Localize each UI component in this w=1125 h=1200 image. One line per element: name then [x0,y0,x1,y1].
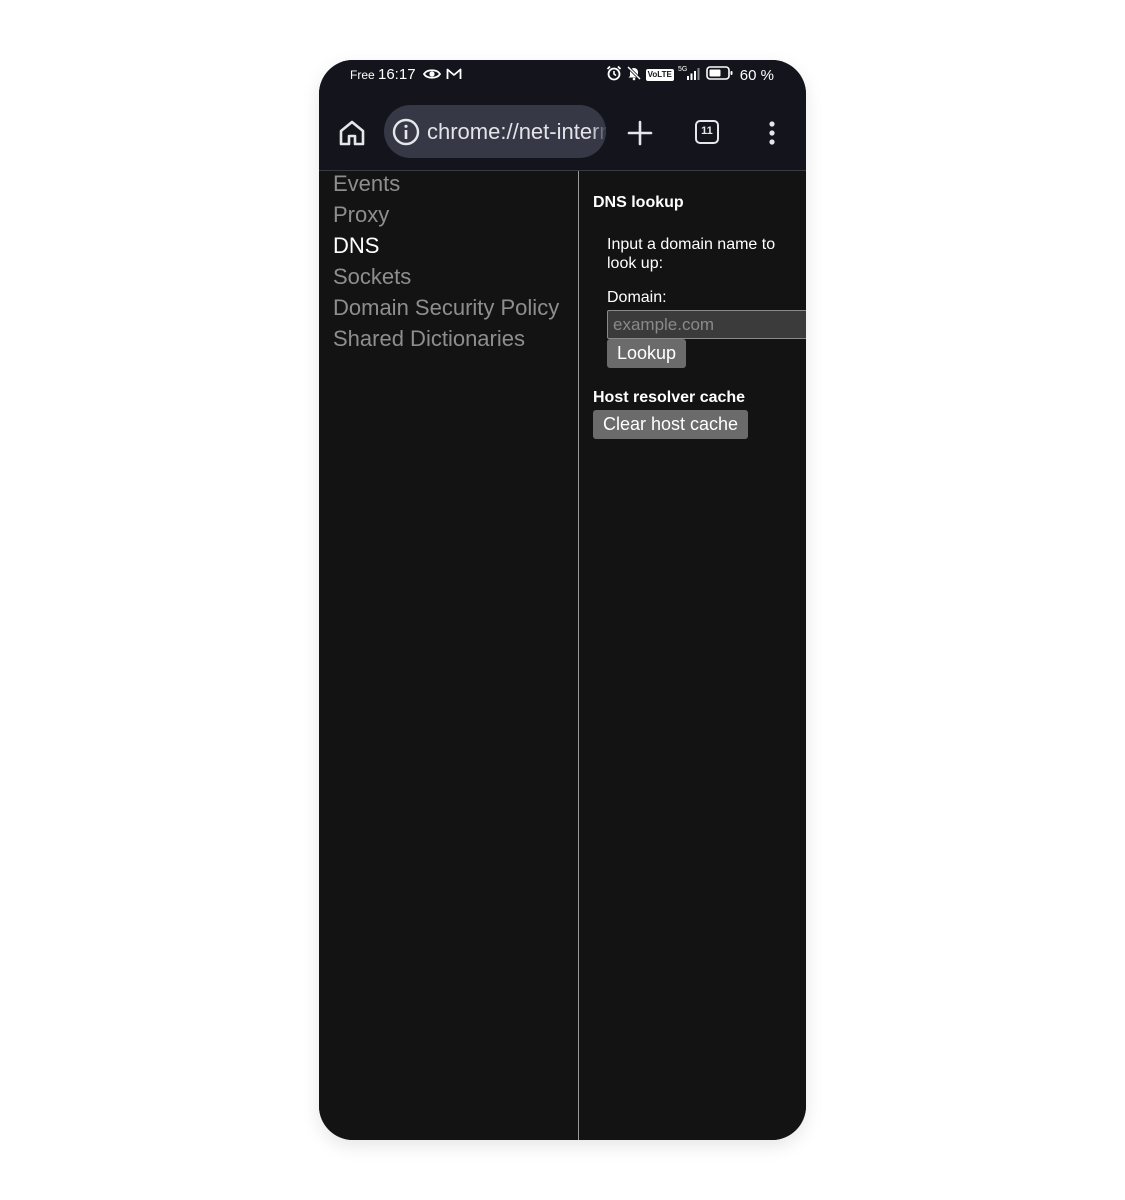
page-content: Events Proxy DNS Sockets Domain Security… [319,171,806,1140]
clock: 16:17 [378,66,416,83]
carrier-label: Free [350,68,375,82]
sidebar-item-domain-security-policy[interactable]: Domain Security Policy [333,295,559,321]
domain-input[interactable] [607,310,806,339]
address-bar[interactable]: chrome://net-internals [384,105,606,158]
gmail-icon [446,67,462,86]
url-text: chrome://net-internals [427,119,606,144]
dns-panel: DNS lookup Input a domain name to look u… [579,171,806,1140]
sidebar-item-shared-dictionaries[interactable]: Shared Dictionaries [333,326,525,352]
svg-text:5G: 5G [678,66,687,73]
sidebar-item-proxy[interactable]: Proxy [333,202,389,228]
sidebar-item-sockets[interactable]: Sockets [333,264,411,290]
sidebar-item-dns[interactable]: DNS [333,233,379,259]
domain-label: Domain: [607,289,667,306]
tab-switcher-button[interactable]: 11 [695,120,719,144]
status-icons: VoLTE 5G 60 % [606,65,774,86]
browser-top-bar: Free 16:17 VoLTE 5G 60 % chrome://net-in… [319,60,806,171]
alarm-icon [606,65,622,86]
new-tab-plus-icon[interactable] [626,119,654,147]
net-internals-sidebar: Events Proxy DNS Sockets Domain Security… [319,171,579,1140]
lookup-button[interactable]: Lookup [607,339,687,368]
dns-instruction: Input a domain name to look up: [607,236,776,272]
status-bar: Free 16:17 VoLTE 5G 60 % [319,60,806,90]
more-vert-icon[interactable] [762,119,782,147]
dns-lookup-heading: DNS lookup [593,194,684,211]
battery-percent: 60 % [739,66,774,84]
sidebar-item-events[interactable]: Events [333,171,400,197]
eye-icon [422,67,442,86]
browser-toolbar: chrome://net-internals 11 [319,104,806,160]
home-icon[interactable] [337,118,367,148]
clear-host-cache-button[interactable]: Clear host cache [593,410,749,439]
battery-icon [705,65,734,86]
url-fade [592,105,606,158]
host-resolver-cache-heading: Host resolver cache [593,389,746,406]
volte-badge: VoLTE [645,69,674,81]
signal-icon: 5G [678,65,702,86]
phone-screen: Free 16:17 VoLTE 5G 60 % chrome://net-in… [319,60,806,1140]
info-icon[interactable] [392,118,420,146]
silent-bell-icon [626,65,642,86]
